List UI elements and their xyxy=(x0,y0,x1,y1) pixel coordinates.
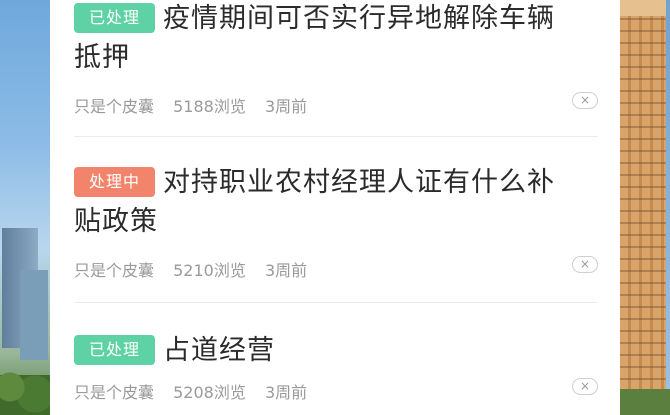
close-icon[interactable]: × xyxy=(572,92,598,109)
view-count: 5210浏览 xyxy=(173,261,246,280)
divider xyxy=(74,136,598,137)
background-trees xyxy=(0,345,50,415)
item-title-line2: 抵押 xyxy=(74,42,130,73)
item-title-line2: 贴政策 xyxy=(74,206,158,237)
divider xyxy=(74,302,598,303)
author-name: 只是个皮囊 xyxy=(74,383,155,402)
item-meta: 只是个皮囊 5208浏览 3周前 × xyxy=(74,378,598,403)
item-title-line1: 疫情期间可否实行异地解除车辆 xyxy=(163,3,556,34)
item-meta: 只是个皮囊 5188浏览 3周前 × xyxy=(74,92,598,117)
background-scenery-left xyxy=(0,0,50,415)
view-count: 5208浏览 xyxy=(173,383,246,402)
author-name: 只是个皮囊 xyxy=(74,97,155,116)
item-title[interactable]: 已处理 占道经营 xyxy=(74,331,598,370)
author-name: 只是个皮囊 xyxy=(74,261,155,280)
list-item[interactable]: 处理中 对持职业农村经理人证有什么补 贴政策 只是个皮囊 5210浏览 3周前 × xyxy=(74,163,598,281)
status-badge: 已处理 xyxy=(74,335,156,365)
background-building xyxy=(620,8,666,415)
status-badge: 处理中 xyxy=(74,167,156,197)
close-icon[interactable]: × xyxy=(572,378,598,395)
status-badge: 已处理 xyxy=(74,3,156,33)
item-title-line1: 占道经营 xyxy=(163,335,276,366)
item-title[interactable]: 处理中 对持职业农村经理人证有什么补 xyxy=(74,163,598,202)
item-title[interactable]: 已处理 疫情期间可否实行异地解除车辆 xyxy=(74,0,598,38)
item-meta: 只是个皮囊 5210浏览 3周前 × xyxy=(74,256,598,281)
question-list-card: 已处理 疫情期间可否实行异地解除车辆 抵押 只是个皮囊 5188浏览 3周前 × … xyxy=(50,0,620,415)
post-time: 3周前 xyxy=(264,97,308,116)
background-scenery-right xyxy=(620,0,670,415)
close-icon[interactable]: × xyxy=(572,256,598,273)
item-title-line1: 对持职业农村经理人证有什么补 xyxy=(163,167,556,198)
background-ground xyxy=(620,389,670,415)
list-item[interactable]: 已处理 疫情期间可否实行异地解除车辆 抵押 只是个皮囊 5188浏览 3周前 × xyxy=(74,0,598,117)
view-count: 5188浏览 xyxy=(173,97,246,116)
background-building-top xyxy=(620,0,666,16)
list-item[interactable]: 已处理 占道经营 只是个皮囊 5208浏览 3周前 × xyxy=(74,331,598,403)
post-time: 3周前 xyxy=(264,261,308,280)
post-time: 3周前 xyxy=(264,383,308,402)
